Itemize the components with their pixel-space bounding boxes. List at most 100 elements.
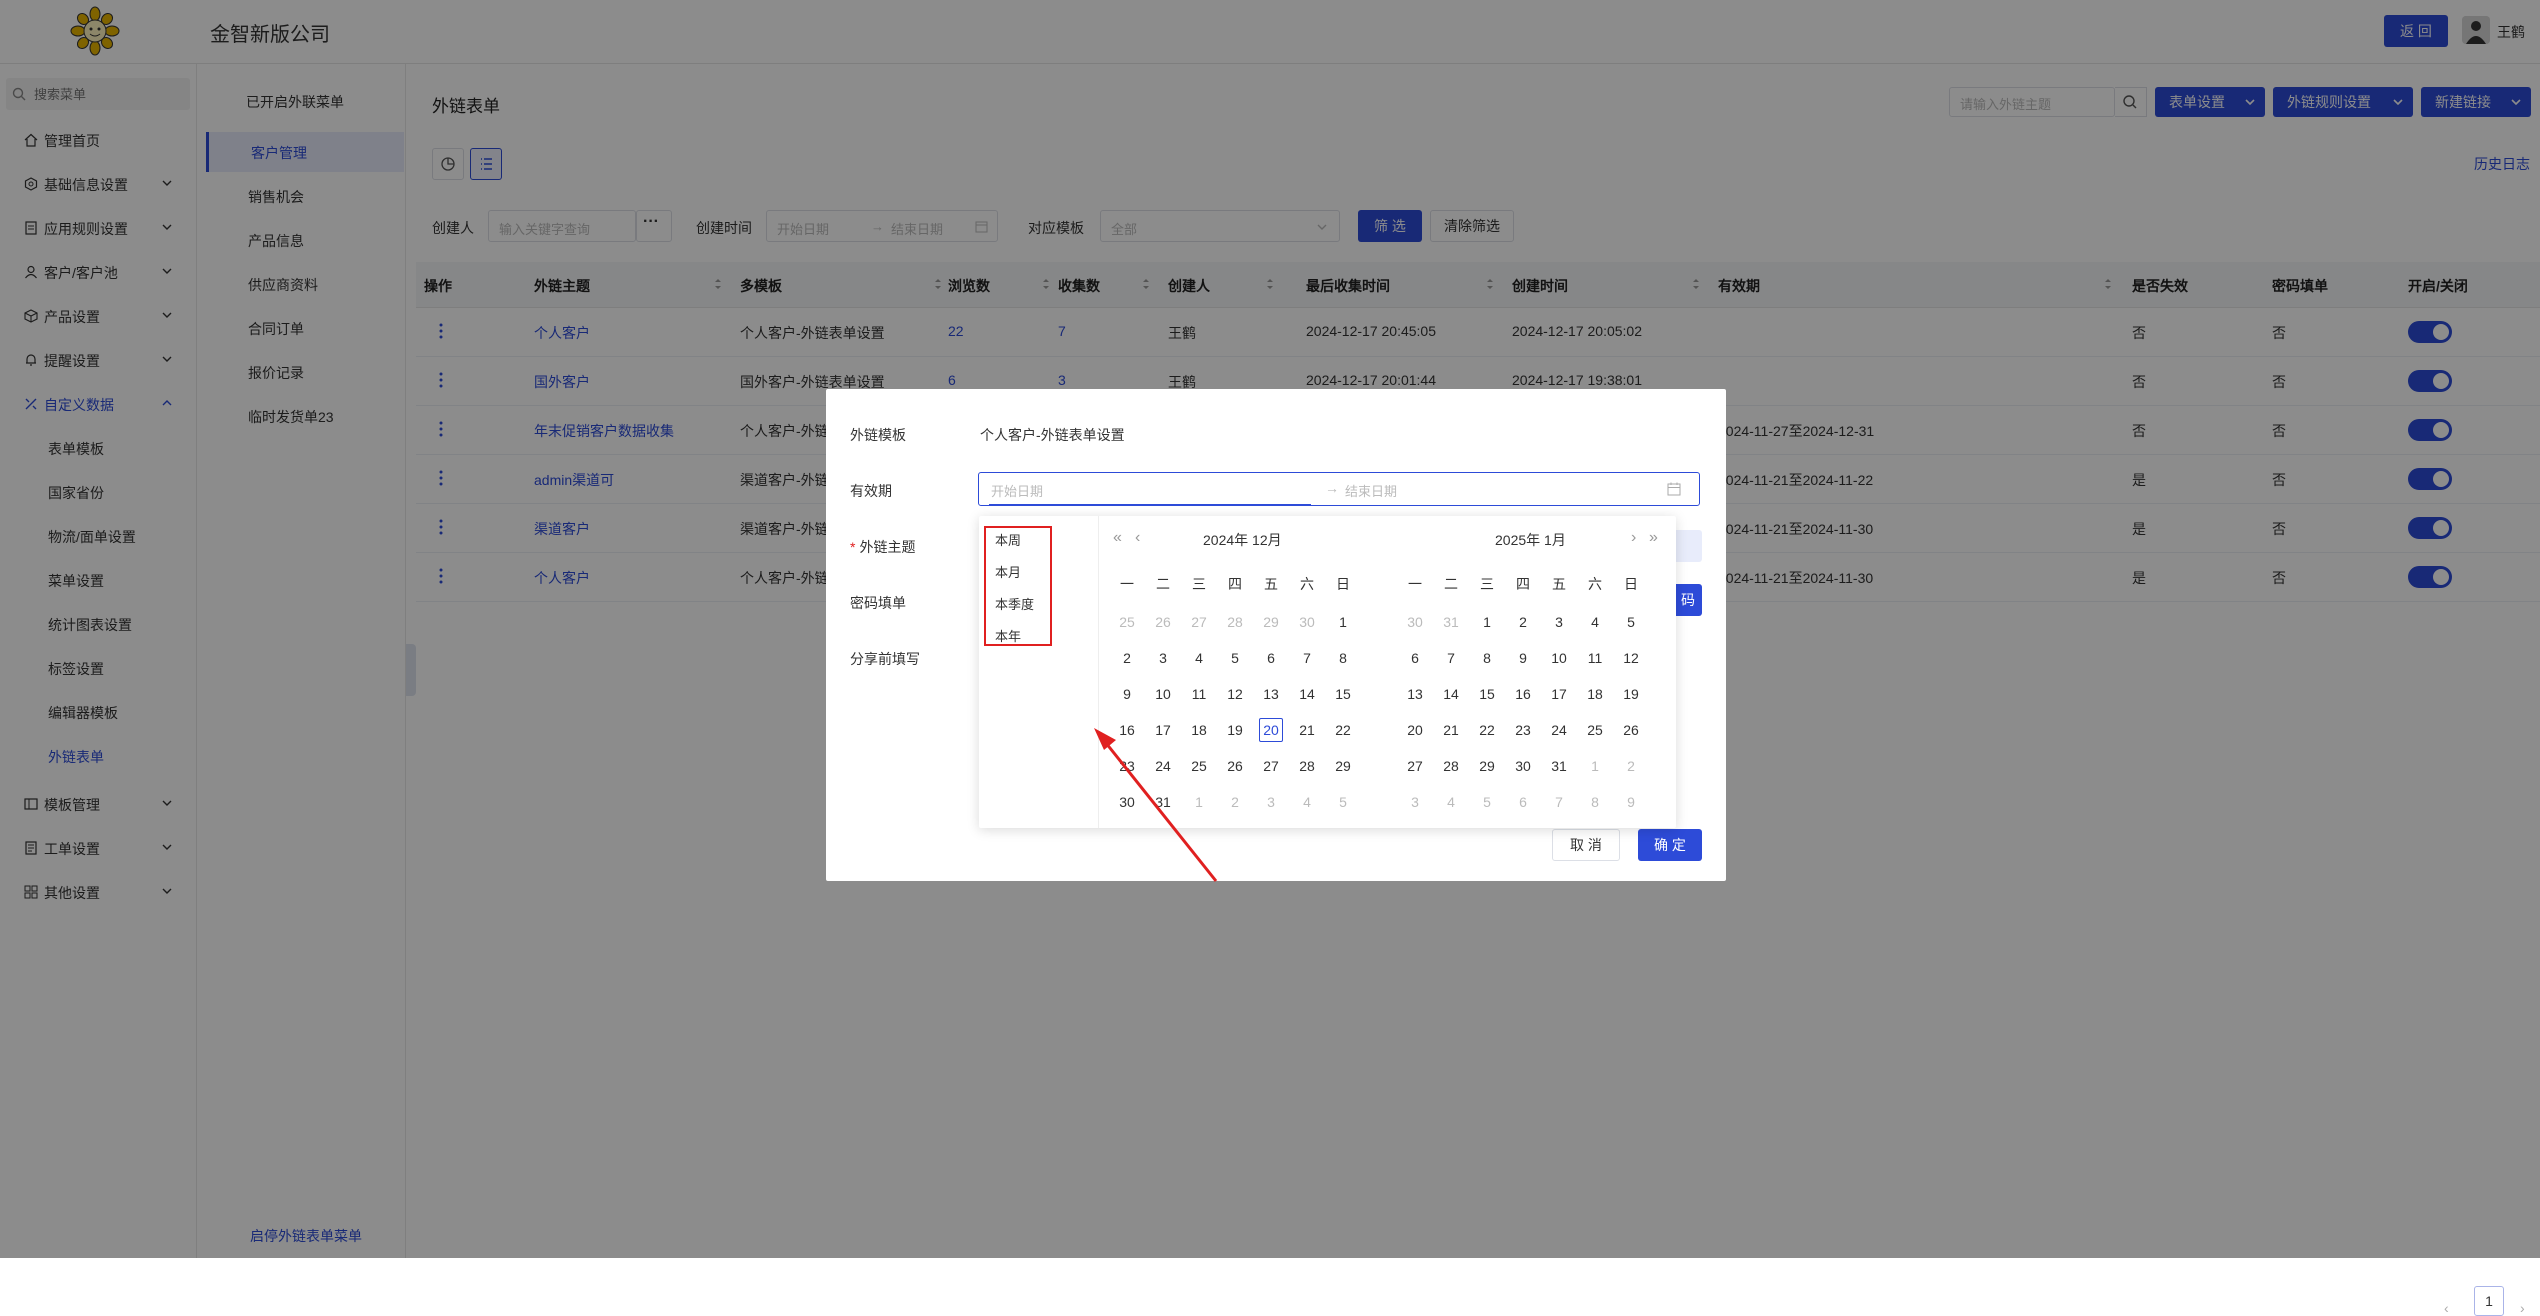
calendar-day[interactable]: 12 <box>1613 646 1649 670</box>
calendar-day[interactable]: 28 <box>1217 610 1253 634</box>
calendar-day[interactable]: 6 <box>1505 790 1541 814</box>
calendar-day[interactable]: 5 <box>1217 646 1253 670</box>
calendar-day[interactable]: 4 <box>1433 790 1469 814</box>
calendar-day[interactable]: 6 <box>1397 646 1433 670</box>
calendar-day[interactable]: 14 <box>1289 682 1325 706</box>
calendar-day[interactable]: 2 <box>1613 754 1649 778</box>
calendar-day[interactable]: 25 <box>1577 718 1613 742</box>
calendar-day[interactable]: 28 <box>1289 754 1325 778</box>
calendar-day[interactable]: 30 <box>1109 790 1145 814</box>
calendar-day[interactable]: 4 <box>1289 790 1325 814</box>
calendar-day[interactable]: 9 <box>1613 790 1649 814</box>
calendar-day[interactable]: 3 <box>1145 646 1181 670</box>
calendar-day[interactable]: 20 <box>1259 718 1283 742</box>
calendar-day[interactable]: 5 <box>1469 790 1505 814</box>
end-date-input[interactable]: 结束日期 <box>1345 481 1397 500</box>
prev-year-icon[interactable]: « <box>1113 529 1122 547</box>
calendar-day[interactable]: 30 <box>1505 754 1541 778</box>
calendar-day[interactable]: 18 <box>1181 718 1217 742</box>
topic-input-edge[interactable] <box>1674 530 1702 562</box>
calendar-day[interactable]: 29 <box>1469 754 1505 778</box>
next-year-icon[interactable]: » <box>1649 529 1658 547</box>
calendar-day[interactable]: 28 <box>1433 754 1469 778</box>
calendar-day[interactable]: 9 <box>1109 682 1145 706</box>
calendar-day[interactable]: 27 <box>1397 754 1433 778</box>
validity-date-range[interactable]: 开始日期 → 结束日期 <box>978 472 1700 506</box>
calendar-day[interactable]: 3 <box>1253 790 1289 814</box>
calendar-day[interactable]: 14 <box>1433 682 1469 706</box>
prev-page-icon[interactable]: ‹ <box>2444 1300 2449 1316</box>
calendar-day[interactable]: 29 <box>1325 754 1361 778</box>
calendar-day[interactable]: 7 <box>1289 646 1325 670</box>
calendar-day[interactable]: 9 <box>1505 646 1541 670</box>
page-number[interactable]: 1 <box>2474 1286 2504 1316</box>
cancel-button[interactable]: 取 消 <box>1552 829 1620 861</box>
calendar-day[interactable]: 18 <box>1577 682 1613 706</box>
calendar-day[interactable]: 13 <box>1253 682 1289 706</box>
calendar-day[interactable]: 10 <box>1541 646 1577 670</box>
calendar-day[interactable]: 8 <box>1469 646 1505 670</box>
calendar-day[interactable]: 29 <box>1253 610 1289 634</box>
calendar-day[interactable]: 27 <box>1253 754 1289 778</box>
calendar-day[interactable]: 7 <box>1433 646 1469 670</box>
calendar-day[interactable]: 22 <box>1469 718 1505 742</box>
calendar-day[interactable]: 30 <box>1289 610 1325 634</box>
calendar-day[interactable]: 24 <box>1145 754 1181 778</box>
calendar-day[interactable]: 3 <box>1397 790 1433 814</box>
prev-month-icon[interactable]: ‹ <box>1135 529 1140 547</box>
calendar-day[interactable]: 4 <box>1181 646 1217 670</box>
calendar-day[interactable]: 2 <box>1505 610 1541 634</box>
calendar-day[interactable]: 21 <box>1289 718 1325 742</box>
calendar-day[interactable]: 2 <box>1109 646 1145 670</box>
calendar-day[interactable]: 23 <box>1109 754 1145 778</box>
calendar-day[interactable]: 3 <box>1541 610 1577 634</box>
calendar-day[interactable]: 2 <box>1217 790 1253 814</box>
calendar-day[interactable]: 1 <box>1181 790 1217 814</box>
generate-password-button[interactable]: 码 <box>1674 584 1702 616</box>
calendar-day[interactable]: 23 <box>1505 718 1541 742</box>
calendar-day[interactable]: 1 <box>1325 610 1361 634</box>
calendar-day[interactable]: 6 <box>1253 646 1289 670</box>
topic-label: * 外链主题 <box>850 537 915 557</box>
calendar-day[interactable]: 5 <box>1325 790 1361 814</box>
calendar-day[interactable]: 16 <box>1109 718 1145 742</box>
calendar-day[interactable]: 1 <box>1577 754 1613 778</box>
calendar-day[interactable]: 7 <box>1541 790 1577 814</box>
calendar-day[interactable]: 31 <box>1145 790 1181 814</box>
calendar-day[interactable]: 12 <box>1217 682 1253 706</box>
calendar-day[interactable]: 10 <box>1145 682 1181 706</box>
confirm-button[interactable]: 确 定 <box>1638 829 1702 861</box>
calendar-day[interactable]: 26 <box>1217 754 1253 778</box>
calendar-day[interactable]: 16 <box>1505 682 1541 706</box>
calendar-day[interactable]: 1 <box>1469 610 1505 634</box>
calendar-day[interactable]: 21 <box>1433 718 1469 742</box>
calendar-day[interactable]: 19 <box>1217 718 1253 742</box>
calendar-day[interactable]: 19 <box>1613 682 1649 706</box>
calendar-day[interactable]: 31 <box>1433 610 1469 634</box>
calendar-day[interactable]: 13 <box>1397 682 1433 706</box>
calendar-day[interactable]: 24 <box>1541 718 1577 742</box>
calendar-day[interactable]: 8 <box>1577 790 1613 814</box>
next-month-icon[interactable]: › <box>1631 529 1636 547</box>
calendar-day[interactable]: 11 <box>1181 682 1217 706</box>
calendar-day[interactable]: 30 <box>1397 610 1433 634</box>
calendar-day[interactable]: 25 <box>1181 754 1217 778</box>
calendar-day[interactable]: 8 <box>1325 646 1361 670</box>
calendar-day[interactable]: 22 <box>1325 718 1361 742</box>
calendar-day[interactable]: 15 <box>1325 682 1361 706</box>
calendar-day[interactable]: 17 <box>1145 718 1181 742</box>
start-date-input[interactable]: 开始日期 <box>991 481 1043 500</box>
calendar-day[interactable]: 26 <box>1145 610 1181 634</box>
calendar-day[interactable]: 5 <box>1613 610 1649 634</box>
next-page-icon[interactable]: › <box>2520 1300 2525 1316</box>
weekday-header: 日 <box>1624 576 1638 592</box>
calendar-day[interactable]: 27 <box>1181 610 1217 634</box>
calendar-day[interactable]: 20 <box>1397 718 1433 742</box>
calendar-day[interactable]: 31 <box>1541 754 1577 778</box>
calendar-day[interactable]: 25 <box>1109 610 1145 634</box>
calendar-day[interactable]: 17 <box>1541 682 1577 706</box>
calendar-day[interactable]: 15 <box>1469 682 1505 706</box>
calendar-day[interactable]: 26 <box>1613 718 1649 742</box>
calendar-day[interactable]: 11 <box>1577 646 1613 670</box>
calendar-day[interactable]: 4 <box>1577 610 1613 634</box>
